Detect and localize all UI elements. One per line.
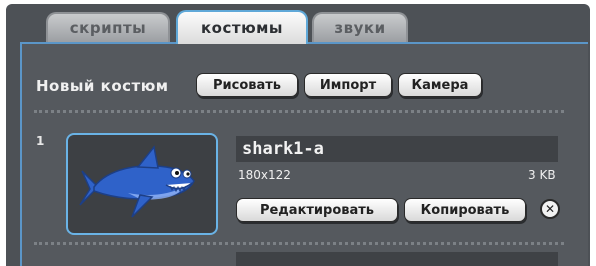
costume-index: 1 bbox=[36, 134, 45, 148]
tab-costumes-label: костюмы bbox=[201, 19, 283, 37]
paint-button-label: Рисовать bbox=[212, 77, 282, 93]
copy-button[interactable]: Копировать bbox=[404, 198, 526, 222]
tab-scripts[interactable]: скрипты bbox=[46, 12, 170, 42]
costumes-panel-window: скрипты костюмы звуки Новый костюм Рисов… bbox=[0, 0, 596, 266]
costume-name-field[interactable]: shark1-a bbox=[236, 136, 558, 162]
costume-dimensions: 180x122 bbox=[238, 168, 291, 182]
import-button[interactable]: Импорт bbox=[304, 73, 392, 97]
edit-button-label: Редактировать bbox=[259, 202, 375, 218]
divider bbox=[34, 110, 564, 113]
close-icon: ✕ bbox=[544, 202, 556, 216]
delete-costume-button[interactable]: ✕ bbox=[540, 199, 560, 219]
divider bbox=[34, 242, 564, 245]
tab-costumes[interactable]: костюмы bbox=[176, 10, 308, 44]
copy-button-label: Копировать bbox=[420, 202, 510, 218]
new-costume-label: Новый костюм bbox=[36, 77, 169, 95]
edit-button[interactable]: Редактировать bbox=[236, 198, 398, 222]
paint-button[interactable]: Рисовать bbox=[196, 73, 298, 97]
tab-sounds[interactable]: звуки bbox=[312, 12, 408, 42]
camera-button-label: Камера bbox=[411, 77, 469, 93]
tab-scripts-label: скрипты bbox=[69, 19, 147, 37]
tab-sounds-label: звуки bbox=[334, 19, 386, 37]
costume-thumbnail[interactable] bbox=[66, 133, 218, 235]
costume-file-size: 3 KB bbox=[528, 168, 556, 182]
import-button-label: Импорт bbox=[319, 77, 377, 93]
camera-button[interactable]: Камера bbox=[398, 73, 482, 97]
next-costume-name-field bbox=[236, 252, 558, 266]
shark-icon bbox=[79, 145, 195, 218]
